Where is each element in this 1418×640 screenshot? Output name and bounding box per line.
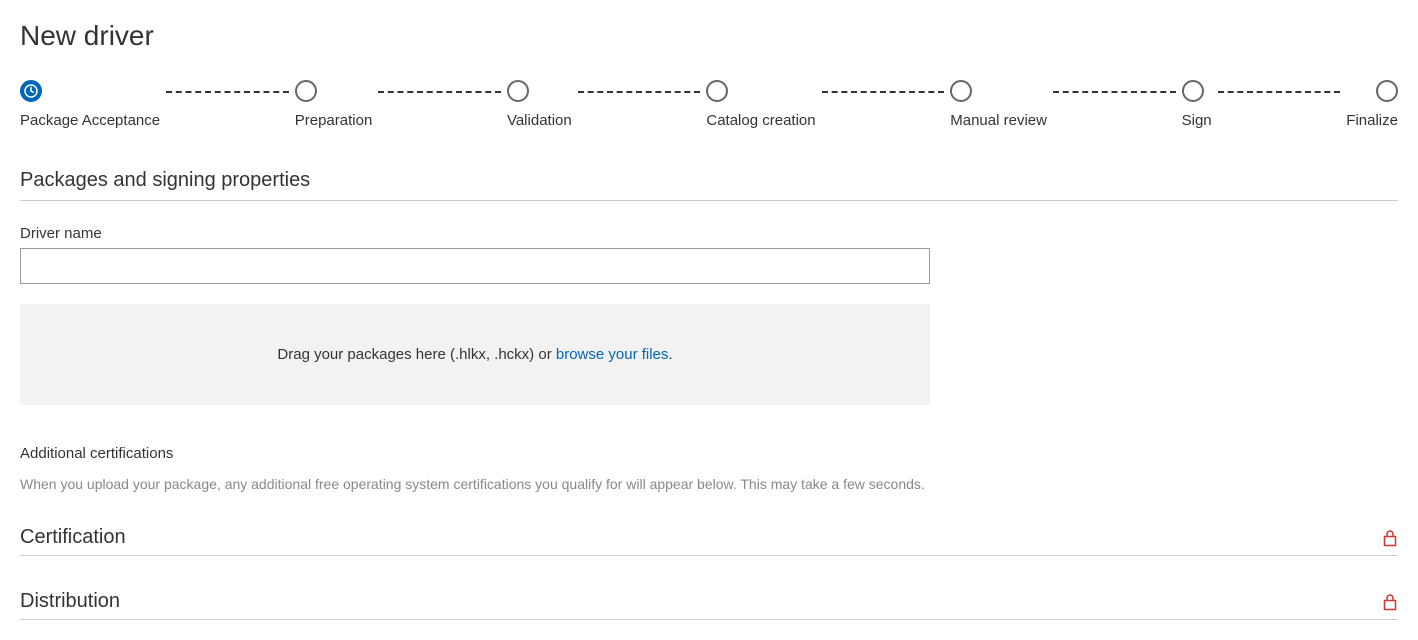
step-sign: Sign [1182,80,1212,129]
browse-files-link[interactable]: browse your files [556,346,669,363]
driver-name-label: Driver name [20,225,1398,242]
step-circle-icon [1182,80,1204,102]
step-label: Validation [507,112,572,129]
step-label: Package Acceptance [20,112,160,129]
progress-stepper: Package Acceptance Preparation Validatio… [20,80,1398,129]
step-circle-icon [507,80,529,102]
step-circle-icon [950,80,972,102]
dropzone-text: Drag your packages here (.hlkx, .hckx) o… [277,346,555,363]
distribution-heading: Distribution [20,590,120,613]
lock-icon [1382,529,1398,547]
step-connector [378,91,501,93]
step-preparation: Preparation [295,80,373,129]
step-connector [1218,91,1341,93]
additional-certifications-help: When you upload your package, any additi… [20,476,1398,492]
step-connector [822,91,945,93]
step-circle-icon [706,80,728,102]
distribution-section: Distribution [20,580,1398,620]
section-packages-heading: Packages and signing properties [20,169,1398,201]
step-finalize: Finalize [1346,80,1398,129]
step-label: Preparation [295,112,373,129]
step-label: Catalog creation [706,112,815,129]
certification-section: Certification [20,516,1398,556]
lock-icon [1382,593,1398,611]
step-label: Finalize [1346,112,1398,129]
additional-certifications-heading: Additional certifications [20,445,1398,462]
step-manual-review: Manual review [950,80,1047,129]
step-validation: Validation [507,80,572,129]
step-package-acceptance: Package Acceptance [20,80,160,129]
package-dropzone[interactable]: Drag your packages here (.hlkx, .hckx) o… [20,304,930,405]
step-label: Manual review [950,112,1047,129]
step-label: Sign [1182,112,1212,129]
driver-name-input[interactable] [20,248,930,284]
step-circle-icon [1376,80,1398,102]
step-connector [166,91,289,93]
step-connector [578,91,701,93]
dropzone-suffix: . [668,346,672,363]
clock-icon [20,80,42,102]
step-catalog-creation: Catalog creation [706,80,815,129]
step-connector [1053,91,1176,93]
certification-heading: Certification [20,526,126,549]
page-title: New driver [20,20,1398,52]
step-circle-icon [295,80,317,102]
